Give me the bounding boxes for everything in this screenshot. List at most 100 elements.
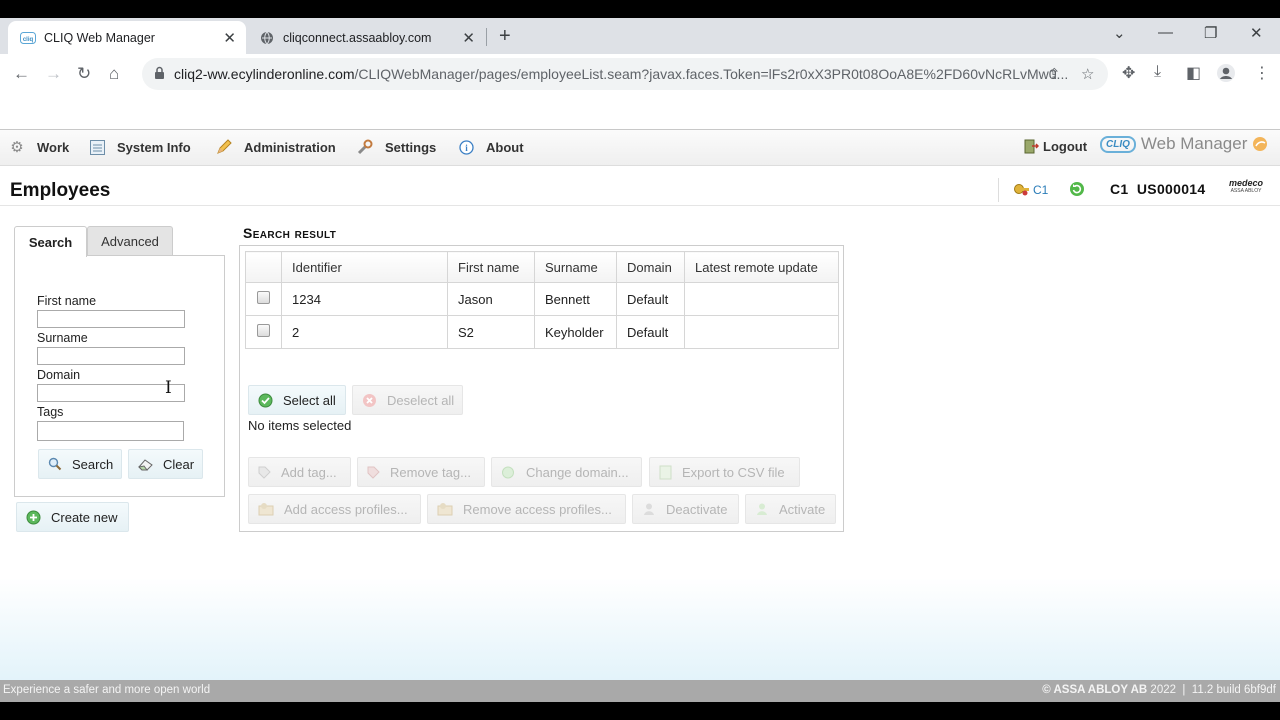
add-tag-button[interactable]: Add tag...: [248, 457, 351, 487]
search-button[interactable]: Search: [38, 449, 122, 479]
tags-field[interactable]: [37, 421, 184, 441]
address-bar[interactable]: cliq2-ww.ecylinderonline.com/CLIQWebMana…: [142, 58, 1108, 90]
select-all-label: Select all: [283, 392, 336, 408]
side-panel-icon[interactable]: ◧: [1186, 63, 1201, 83]
export-csv-button[interactable]: Export to CSV file: [649, 457, 800, 487]
menu-work[interactable]: ⚙ Work: [8, 139, 69, 156]
browser-tab[interactable]: cliqconnect.assaabloy.com ✕: [247, 21, 485, 54]
tab-search-chevron-icon[interactable]: ⌄: [1113, 24, 1126, 42]
surname-field[interactable]: [37, 347, 185, 365]
pencil-icon: [215, 139, 233, 155]
selection-status: No items selected: [248, 418, 352, 433]
cell-first-name: Jason: [447, 282, 535, 316]
brand-text: Web Manager: [1140, 134, 1248, 153]
browser-tab-strip: cliq CLIQ Web Manager ✕ cliqconnect.assa…: [0, 18, 1280, 54]
search-result-title: Search result: [243, 225, 337, 241]
tag-remove-icon: [367, 466, 380, 479]
restore-icon[interactable]: ❐: [1204, 24, 1217, 42]
search-button-label: Search: [72, 456, 114, 472]
check-green-icon: [258, 393, 273, 408]
cancel-red-icon: [362, 393, 377, 408]
column-header[interactable]: First name: [447, 251, 535, 283]
browser-menu-icon[interactable]: ⋮: [1254, 63, 1270, 83]
remove-access-profiles-button[interactable]: Remove access profiles...: [427, 494, 626, 524]
menu-label: Administration: [244, 139, 336, 155]
row-checkbox[interactable]: [257, 291, 270, 304]
reload-icon[interactable]: ↻: [77, 64, 91, 84]
profile-avatar-icon[interactable]: [1216, 63, 1236, 88]
eraser-icon: [138, 458, 153, 471]
header-divider: [998, 178, 999, 202]
hand-key-icon: [1251, 135, 1269, 153]
remove-tag-button[interactable]: Remove tag...: [357, 457, 485, 487]
table-row[interactable]: 2 S2 Keyholder Default: [245, 315, 839, 349]
copyright: © ASSA ABLOY AB 2022 | 11.2 build 6bf9df: [1042, 684, 1276, 696]
column-header[interactable]: Identifier: [281, 251, 448, 283]
medeco-logo: medeco ASSA ABLOY: [1229, 178, 1264, 194]
status-bar: Experience a safer and more open world ©…: [0, 680, 1280, 702]
user-id: C1 US000014: [1110, 181, 1206, 197]
cell-first-name: S2: [447, 315, 535, 349]
lock-icon: [154, 66, 165, 85]
deactivate-label: Deactivate: [666, 501, 728, 517]
cell-surname: Keyholder: [534, 315, 617, 349]
activate-button[interactable]: Activate: [745, 494, 836, 524]
home-icon[interactable]: ⌂: [109, 64, 119, 84]
tab-advanced[interactable]: Advanced: [87, 226, 173, 256]
new-tab-icon[interactable]: +: [499, 25, 511, 48]
menu-administration[interactable]: Administration: [215, 139, 336, 155]
tag-add-icon: [258, 466, 271, 479]
domain-field[interactable]: [37, 384, 185, 402]
menu-settings[interactable]: Settings: [356, 139, 436, 155]
svg-text:cliq: cliq: [23, 37, 34, 43]
cell-identifier: 2: [281, 315, 448, 349]
close-tab-icon[interactable]: ✕: [462, 29, 475, 47]
column-header[interactable]: Surname: [534, 251, 617, 283]
table-row[interactable]: 1234 Jason Bennett Default: [245, 282, 839, 316]
minimize-icon[interactable]: —: [1158, 24, 1173, 41]
first-name-field[interactable]: [37, 310, 185, 328]
menu-about[interactable]: i About: [457, 139, 524, 155]
page-header: Employees C1 C1 US000014 medeco ASSA ABL…: [0, 166, 1280, 206]
cliq-key-status[interactable]: C1: [1013, 182, 1048, 197]
add-tag-label: Add tag...: [281, 464, 337, 480]
tab-divider: [486, 28, 487, 46]
back-icon[interactable]: ←: [13, 64, 30, 84]
close-window-icon[interactable]: ✕: [1250, 24, 1263, 42]
column-header[interactable]: Domain: [616, 251, 685, 283]
add-access-profiles-button[interactable]: Add access profiles...: [248, 494, 421, 524]
export-csv-label: Export to CSV file: [682, 464, 785, 480]
extensions-puzzle-icon[interactable]: ✥: [1122, 63, 1135, 83]
app-menu-bar: ⚙ Work System Info Administration Settin…: [0, 130, 1280, 166]
column-header[interactable]: Latest remote update: [684, 251, 839, 283]
deselect-all-button[interactable]: Deselect all: [352, 385, 463, 415]
results-table: Identifier First name Surname Domain Lat…: [245, 251, 839, 349]
row-checkbox[interactable]: [257, 324, 270, 337]
select-all-button[interactable]: Select all: [248, 385, 346, 415]
tagline: Experience a safer and more open world: [3, 684, 211, 696]
refresh-icon[interactable]: [1069, 181, 1085, 202]
first-name-label: First name: [37, 294, 97, 308]
close-tab-icon[interactable]: ✕: [223, 29, 236, 47]
globe-icon: [259, 30, 275, 46]
bookmark-star-icon[interactable]: ☆: [1081, 65, 1094, 83]
menu-system-info[interactable]: System Info: [88, 139, 191, 155]
change-domain-button[interactable]: Change domain...: [491, 457, 642, 487]
create-new-button[interactable]: Create new: [16, 502, 129, 532]
deactivate-button[interactable]: Deactivate: [632, 494, 739, 524]
browser-tab-active[interactable]: cliq CLIQ Web Manager ✕: [8, 21, 246, 54]
search-panel: First name Surname Domain Tags Search Cl…: [14, 255, 225, 497]
logout-button[interactable]: Logout: [1024, 139, 1087, 154]
brand-badge: CLIQ: [1100, 135, 1136, 153]
download-icon[interactable]: ⤓: [1154, 63, 1161, 81]
share-icon[interactable]: ⇪: [1048, 65, 1061, 83]
browser-toolbar: ← → ↻ ⌂ cliq2-ww.ecylinderonline.com/CLI…: [0, 54, 1280, 94]
remove-access-profiles-label: Remove access profiles...: [463, 501, 612, 517]
info-icon: i: [457, 139, 475, 155]
cell-domain: Default: [616, 282, 685, 316]
key-icon: [1013, 182, 1030, 197]
tab-search[interactable]: Search: [14, 226, 87, 257]
forward-icon[interactable]: →: [45, 64, 62, 84]
menu-label: About: [486, 139, 524, 155]
clear-button[interactable]: Clear: [128, 449, 203, 479]
